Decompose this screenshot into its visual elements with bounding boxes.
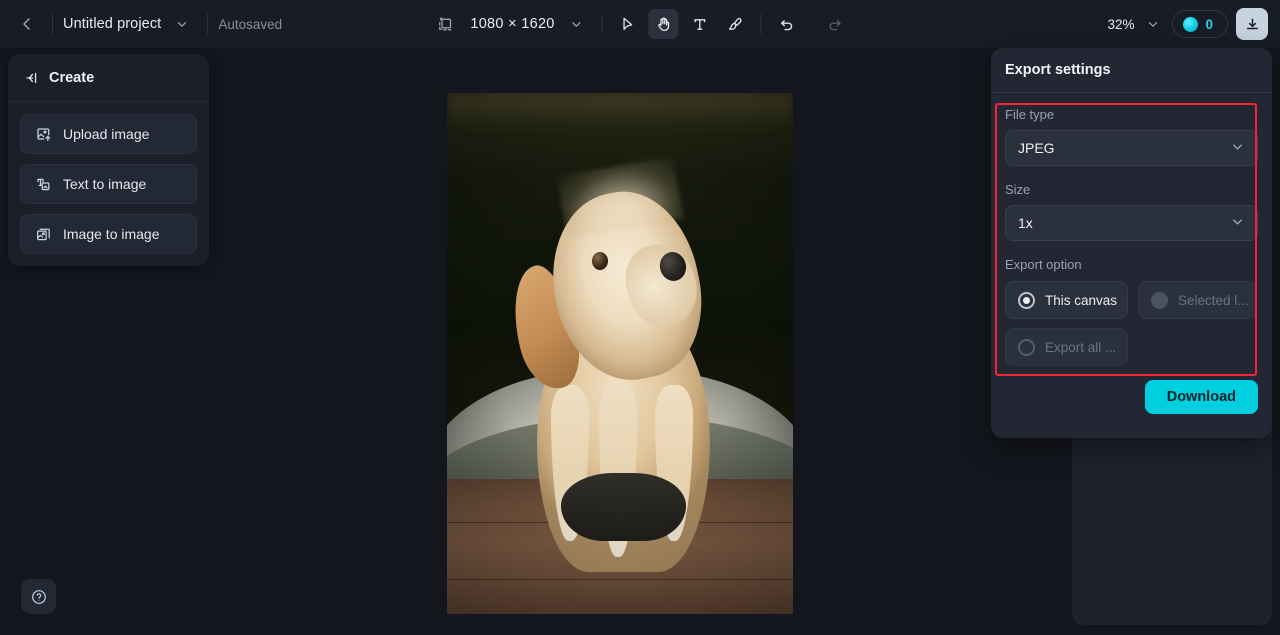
canvas-photo [447, 93, 793, 614]
export-option-export-all[interactable]: Export all ... [1005, 328, 1128, 366]
autosaved-status: Autosaved [218, 16, 283, 32]
chevron-down-icon [1230, 214, 1245, 232]
brush-tool[interactable] [721, 9, 751, 39]
sidebar-header: Create [8, 54, 209, 102]
export-option-row-2: Export all ... [1005, 328, 1258, 366]
topbar-right-group: 32% 0 [1107, 8, 1268, 40]
sidebar-item-upload-image[interactable]: Upload image [20, 114, 197, 154]
canvas-artboard[interactable] [447, 93, 793, 614]
export-option-selected-layers: Selected l... [1138, 281, 1257, 319]
image-to-image-icon [35, 226, 52, 243]
zoom-chevron-down-icon[interactable] [1142, 9, 1164, 39]
size-select[interactable]: 1x [1005, 205, 1258, 241]
text-tool[interactable] [685, 9, 715, 39]
divider [601, 14, 603, 34]
project-menu-chevron-down-icon[interactable] [167, 9, 197, 39]
top-toolbar: Untitled project Autosaved 1080 × 1620 3… [0, 0, 1280, 48]
divider [52, 14, 53, 34]
file-type-label: File type [1005, 107, 1055, 122]
export-option-row-1: This canvas Selected l... [1005, 281, 1258, 319]
credits-badge[interactable]: 0 [1172, 10, 1228, 38]
divider [207, 14, 209, 34]
sidebar-item-label: Image to image [63, 226, 160, 242]
export-panel-header: Export settings [991, 48, 1272, 93]
radio-disabled-icon [1151, 291, 1168, 309]
help-button[interactable] [21, 579, 56, 614]
size-value: 1x [1018, 215, 1033, 231]
topbar-left-group: Untitled project Autosaved [0, 9, 282, 39]
sidebar-item-label: Text to image [63, 176, 147, 192]
undo-button[interactable] [772, 9, 802, 39]
credit-coin-icon [1183, 16, 1199, 32]
export-panel-body: File type JPEG Size 1x Export option Thi… [991, 93, 1272, 366]
export-option-label: Export option [1005, 257, 1082, 272]
sidebar-title: Create [49, 69, 95, 86]
create-sidebar: Create Upload image Text to image Image … [8, 54, 209, 266]
export-settings-popover: Export settings File type JPEG Size 1x E… [991, 48, 1272, 438]
credits-count: 0 [1205, 16, 1213, 32]
select-tool[interactable] [613, 9, 643, 39]
size-label: Size [1005, 182, 1031, 197]
collapse-panel-icon[interactable] [24, 70, 40, 86]
export-option-label-text: Selected l... [1178, 292, 1249, 308]
divider [760, 14, 762, 34]
photo-vignette [447, 93, 793, 614]
export-panel-footer: Download [991, 366, 1272, 428]
radio-unselected-icon [1018, 338, 1035, 356]
file-type-value: JPEG [1018, 140, 1055, 156]
hand-tool[interactable] [648, 9, 679, 39]
file-type-select[interactable]: JPEG [1005, 130, 1258, 166]
export-option-label-text: This canvas [1045, 292, 1118, 308]
back-button[interactable] [12, 9, 42, 39]
export-panel-title: Export settings [1005, 62, 1111, 78]
dimensions-chevron-down-icon[interactable] [562, 9, 592, 39]
download-button[interactable]: Download [1144, 380, 1258, 414]
sidebar-items: Upload image Text to image Image to imag… [8, 102, 209, 266]
sidebar-item-text-to-image[interactable]: Text to image [20, 164, 197, 204]
project-title: Untitled project [63, 16, 162, 32]
download-button-topbar[interactable] [1236, 8, 1268, 40]
app-root: Untitled project Autosaved 1080 × 1620 3… [0, 0, 1280, 635]
radio-selected-icon [1018, 291, 1035, 309]
question-mark-circle-icon [31, 589, 46, 604]
image-upload-icon [35, 126, 52, 143]
redo-button[interactable] [820, 9, 850, 39]
export-option-label-text: Export all ... [1045, 339, 1117, 355]
chevron-down-icon [1230, 139, 1245, 157]
export-option-this-canvas[interactable]: This canvas [1005, 281, 1128, 319]
canvas-dimensions: 1080 × 1620 [470, 16, 555, 32]
zoom-level: 32% [1107, 16, 1135, 32]
sidebar-item-image-to-image[interactable]: Image to image [20, 214, 197, 254]
canvas-frame-icon[interactable] [430, 9, 460, 39]
text-to-image-icon [35, 176, 52, 193]
topbar-center-group: 1080 × 1620 [430, 9, 849, 39]
sidebar-item-label: Upload image [63, 126, 150, 142]
